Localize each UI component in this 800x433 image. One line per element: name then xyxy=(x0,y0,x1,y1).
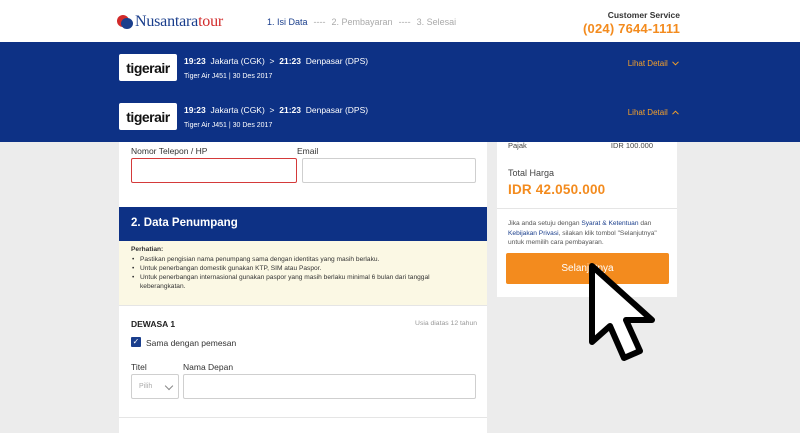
notice-item: Untuk penerbangan internasional gunakan … xyxy=(131,273,487,291)
mouse-pointer-icon xyxy=(589,263,655,361)
customer-service-label: Customer Service xyxy=(607,10,680,20)
terms-link[interactable]: Syarat & Ketentuan xyxy=(581,220,638,227)
phone-label: Nomor Telepon / HP xyxy=(131,146,208,156)
checkout-steps: 1. Isi Data ---- 2. Pembayaran ---- 3. S… xyxy=(267,17,456,27)
passenger-heading: DEWASA 1 xyxy=(131,319,176,329)
top-header: Nusantaratour 1. Isi Data ---- 2. Pembay… xyxy=(0,0,800,44)
flight-row: tigerair 19:23 Jakarta (CGK) > 21:23 Den… xyxy=(0,103,800,141)
flight-row: tigerair 19:23 Jakarta (CGK) > 21:23 Den… xyxy=(0,54,800,92)
flight-summary-bar: tigerair 19:23 Jakarta (CGK) > 21:23 Den… xyxy=(0,42,800,142)
first-name-field[interactable] xyxy=(183,374,476,399)
step-separator: ---- xyxy=(313,17,326,27)
terms-text: Jika anda setuju dengan Syarat & Ketentu… xyxy=(508,220,657,246)
email-label: Email xyxy=(297,146,319,156)
privacy-link[interactable]: Kebijakan Privasi xyxy=(508,230,559,237)
first-name-label: Nama Depan xyxy=(183,362,234,372)
passenger-notice: Perhatian: Pastikan pengisian nama penum… xyxy=(119,241,487,305)
flight-detail-toggle[interactable]: Lihat Detail xyxy=(628,59,679,68)
email-field[interactable] xyxy=(302,158,476,183)
title-label: Titel xyxy=(131,362,147,372)
chevron-down-icon xyxy=(672,61,679,66)
step-pembayaran: 2. Pembayaran xyxy=(331,17,393,27)
flight-meta: Tiger Air J451 | 30 Des 2017 xyxy=(184,73,273,80)
divider xyxy=(497,208,677,209)
step-selesai: 3. Selesai xyxy=(416,17,457,27)
airline-logo: tigerair xyxy=(119,54,177,81)
notice-item: Pastikan pengisian nama penumpang sama d… xyxy=(131,255,487,264)
brand-name: Nusantaratour xyxy=(135,13,224,30)
arrow-right-icon: > xyxy=(269,56,275,66)
step-separator: ---- xyxy=(398,17,411,27)
same-as-booker-label[interactable]: Sama dengan pemesan xyxy=(146,338,236,348)
flight-meta: Tiger Air J451 | 30 Des 2017 xyxy=(184,122,273,129)
brand-logo-icon xyxy=(117,14,133,30)
chevron-up-icon xyxy=(672,110,679,115)
notice-title: Perhatian: xyxy=(131,246,164,253)
flight-detail-toggle[interactable]: Lihat Detail xyxy=(628,108,679,117)
flight-route: 19:23 Jakarta (CGK) > 21:23 Denpasar (DP… xyxy=(184,56,369,66)
total-price-value: IDR 42.050.000 xyxy=(508,182,606,197)
step-isi-data: 1. Isi Data xyxy=(267,17,308,27)
arrow-right-icon: > xyxy=(269,105,275,115)
chevron-down-icon xyxy=(164,381,174,391)
title-select-value: Pilih xyxy=(139,383,153,390)
flight-route: 19:23 Jakarta (CGK) > 21:23 Denpasar (DP… xyxy=(184,105,369,115)
divider xyxy=(119,305,487,306)
airline-logo: tigerair xyxy=(119,103,177,130)
total-price-label: Total Harga xyxy=(508,168,555,178)
divider xyxy=(119,417,487,418)
notice-item: Untuk penerbangan domestik gunakan KTP, … xyxy=(131,264,487,273)
tax-value: IDR 100.000 xyxy=(610,141,653,150)
tax-label: Pajak xyxy=(508,141,527,150)
brand-logo[interactable]: Nusantaratour xyxy=(117,13,223,31)
same-as-booker-checkbox[interactable]: ✓ xyxy=(131,337,141,347)
passenger-age-note: Usia diatas 12 tahun xyxy=(415,320,477,327)
customer-service-phone[interactable]: (024) 7644-1111 xyxy=(583,21,680,36)
passenger-section-title: 2. Data Penumpang xyxy=(119,207,487,241)
phone-field[interactable] xyxy=(131,158,297,183)
title-select[interactable]: Pilih xyxy=(131,374,179,399)
